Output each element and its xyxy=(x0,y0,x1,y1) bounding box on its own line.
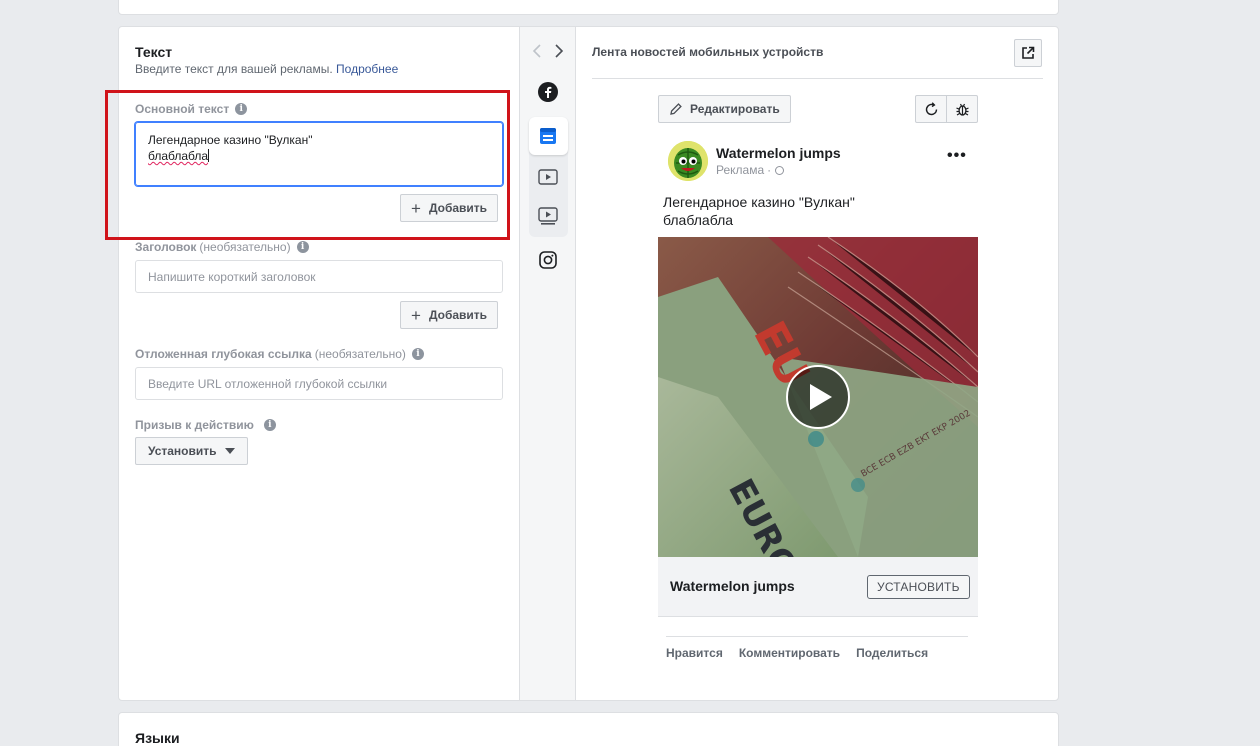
chevron-down-icon xyxy=(224,448,235,454)
learn-more-link[interactable]: Подробнее xyxy=(336,62,398,76)
deep-link-input[interactable]: Введите URL отложенной глубокой ссылки xyxy=(135,367,503,400)
primary-text-line2: блаблабла xyxy=(148,149,209,163)
cta-label-text: Призыв к действию xyxy=(135,418,254,432)
headline-label: Заголовок (необязательно) i xyxy=(135,240,309,254)
refresh-icon xyxy=(925,101,937,115)
primary-text-label: Основной текст i xyxy=(135,102,248,116)
chevron-left-icon[interactable] xyxy=(532,43,542,59)
headline-label-text: Заголовок xyxy=(135,240,197,254)
cta-page-name: Watermelon jumps xyxy=(670,578,795,594)
chevron-right-icon[interactable] xyxy=(554,43,564,59)
facebook-icon[interactable] xyxy=(538,82,558,102)
instagram-icon[interactable] xyxy=(538,250,558,270)
headline-optional: (необязательно) xyxy=(199,240,291,254)
play-icon xyxy=(809,384,832,410)
placement-title: Лента новостей мобильных устройств xyxy=(592,45,824,59)
more-options-icon[interactable]: ••• xyxy=(947,147,967,165)
post-text: Легендарное казино "Вулкан" блаблабла xyxy=(663,193,855,229)
instream-video-icon[interactable] xyxy=(538,206,558,226)
primary-text-line1: Легендарное казино "Вулкан" xyxy=(148,133,313,147)
install-button[interactable]: УСТАНОВИТЬ xyxy=(867,575,970,599)
headline-input[interactable]: Напишите короткий заголовок xyxy=(135,260,503,293)
reaction-bar: Нравится Комментировать Поделиться xyxy=(666,646,928,660)
text-editor-column: Текст Введите текст для вашей рекламы. П… xyxy=(119,27,519,700)
info-icon[interactable]: i xyxy=(296,241,309,253)
post-text-line2: блаблабла xyxy=(663,212,734,228)
ad-preview-column: Лента новостей мобильных устройств Редак… xyxy=(577,27,1058,700)
deep-link-optional: (необязательно) xyxy=(314,347,406,361)
sponsored-text: Реклама xyxy=(716,163,765,177)
ad-text-card: Текст Введите текст для вашей рекламы. П… xyxy=(118,26,1059,701)
primary-text-label-text: Основной текст xyxy=(135,102,230,116)
deep-link-label-text: Отложенная глубокая ссылка xyxy=(135,347,312,361)
pencil-icon xyxy=(670,103,682,115)
section-subtitle-text: Введите текст для вашей рекламы. xyxy=(135,62,333,76)
share-button[interactable]: Поделиться xyxy=(856,646,928,660)
section-subtitle: Введите текст для вашей рекламы. Подробн… xyxy=(135,62,398,76)
plus-icon: + xyxy=(411,305,421,325)
edit-button-label: Редактировать xyxy=(690,102,780,116)
bug-report-button[interactable] xyxy=(947,96,977,122)
add-primary-text-label: Добавить xyxy=(428,201,488,215)
edit-button[interactable]: Редактировать xyxy=(658,95,791,123)
cta-dropdown-value: Установить xyxy=(148,444,217,458)
external-link-icon xyxy=(1022,46,1035,59)
info-icon[interactable]: i xyxy=(235,103,248,115)
previous-section-card xyxy=(118,0,1059,15)
divider xyxy=(666,636,968,637)
bug-icon xyxy=(955,103,969,116)
info-icon[interactable]: i xyxy=(263,419,276,431)
section-title: Текст xyxy=(135,44,173,60)
like-button[interactable]: Нравится xyxy=(666,646,723,660)
cta-dropdown[interactable]: Установить xyxy=(135,437,248,465)
globe-icon xyxy=(775,165,785,175)
text-caret xyxy=(208,149,210,162)
add-primary-text-button[interactable]: + Добавить xyxy=(400,194,499,222)
add-headline-button[interactable]: + Добавить xyxy=(400,301,499,329)
sponsored-label: Реклама · xyxy=(716,163,785,177)
deep-link-placeholder: Введите URL отложенной глубокой ссылки xyxy=(148,376,388,391)
page-name[interactable]: Watermelon jumps xyxy=(716,145,841,161)
plus-icon: + xyxy=(411,198,421,218)
open-external-button[interactable] xyxy=(1014,39,1042,67)
cta-label: Призыв к действию i xyxy=(135,418,276,432)
play-button[interactable] xyxy=(786,365,850,429)
add-headline-label: Добавить xyxy=(428,308,488,322)
divider xyxy=(592,78,1043,79)
preview-tools xyxy=(915,95,978,123)
page-avatar[interactable] xyxy=(668,141,708,181)
refresh-button[interactable] xyxy=(916,96,947,122)
post-text-line1: Легендарное казино "Вулкан" xyxy=(663,194,855,210)
languages-card: Языки xyxy=(118,712,1059,746)
video-preview[interactable]: EURO EU BCE ECB EZB EKT EKP 2002 xyxy=(658,237,978,557)
cta-bar: Watermelon jumps УСТАНОВИТЬ xyxy=(658,557,978,617)
headline-placeholder: Напишите короткий заголовок xyxy=(148,269,316,284)
mobile-feed-icon[interactable] xyxy=(538,126,558,146)
deep-link-label: Отложенная глубокая ссылка (необязательн… xyxy=(135,347,424,361)
placement-switcher xyxy=(519,27,576,700)
video-feed-icon[interactable] xyxy=(538,167,558,187)
languages-title: Языки xyxy=(135,730,180,746)
info-icon[interactable]: i xyxy=(411,348,424,360)
separator-dot: · xyxy=(767,163,772,177)
comment-button[interactable]: Комментировать xyxy=(739,646,840,660)
primary-text-input[interactable]: Легендарное казино "Вулкан" блаблабла xyxy=(135,122,503,186)
